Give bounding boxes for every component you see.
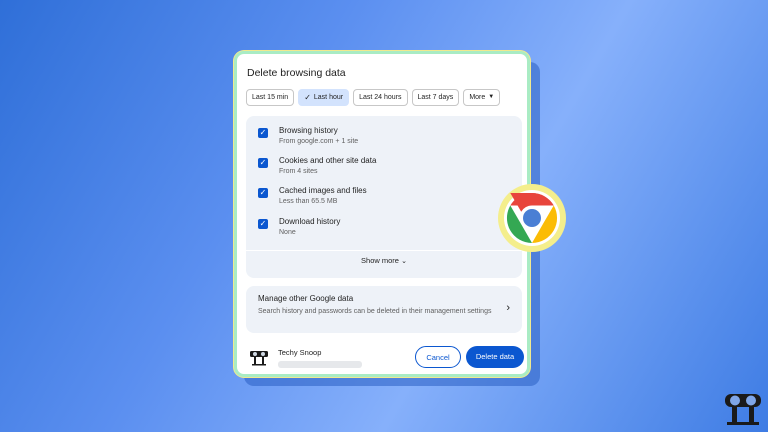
chrome-logo-icon <box>498 184 566 252</box>
cancel-button[interactable]: Cancel <box>415 346 461 368</box>
chevron-right-icon: › <box>506 302 510 314</box>
chip-last-24-hours[interactable]: Last 24 hours <box>353 89 408 106</box>
chip-last-15-min[interactable]: Last 15 min <box>246 89 295 106</box>
checkbox-icon[interactable]: ✓ <box>258 188 268 198</box>
account-email-redacted <box>278 361 362 368</box>
chevron-down-icon: ⌄ <box>401 258 407 265</box>
delete-browsing-data-dialog: Delete browsing data Last 15 min ✓ Last … <box>234 51 530 377</box>
time-range-chips: Last 15 min ✓ Last hour Last 24 hours La… <box>246 89 501 106</box>
delete-data-button[interactable]: Delete data <box>466 346 524 368</box>
avatar <box>250 351 268 366</box>
dialog-title: Delete browsing data <box>247 67 346 79</box>
manage-google-data-row[interactable]: Manage other Google data Search history … <box>246 286 522 333</box>
account-name: Techy Snoop <box>278 348 322 357</box>
binoculars-logo-icon <box>725 394 761 425</box>
checkbox-icon[interactable]: ✓ <box>258 219 268 229</box>
show-more-button[interactable]: Show more ⌄ <box>246 256 522 265</box>
divider <box>246 250 522 251</box>
checkbox-icon[interactable]: ✓ <box>258 128 268 138</box>
data-types-panel: ✓ Browsing history From google.com + 1 s… <box>246 116 522 278</box>
check-icon: ✓ <box>304 93 311 102</box>
caret-down-icon: ▼ <box>488 94 495 100</box>
checkbox-icon[interactable]: ✓ <box>258 158 268 168</box>
chip-last-hour[interactable]: ✓ Last hour <box>298 89 350 106</box>
chip-last-7-days[interactable]: Last 7 days <box>411 89 460 106</box>
chip-more-dropdown[interactable]: More ▼ <box>463 89 501 106</box>
